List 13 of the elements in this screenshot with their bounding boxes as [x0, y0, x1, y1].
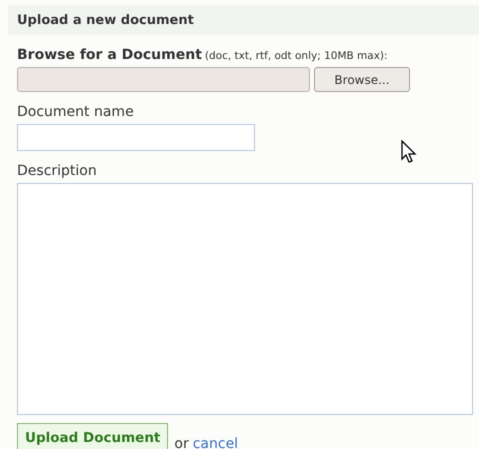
- upload-button[interactable]: Upload Document: [17, 423, 168, 449]
- browse-button[interactable]: Browse...: [314, 67, 410, 92]
- input-field[interactable]: [17, 124, 255, 151]
- field-label: Description: [17, 163, 98, 179]
- section-title: Upload a new document: [17, 12, 194, 28]
- description-field[interactable]: [17, 183, 473, 415]
- field-hint: (doc, txt, rtf, odt only; 10MB max):: [204, 50, 388, 62]
- cancel-link[interactable]: cancel: [192, 435, 238, 449]
- field-label: Document name: [17, 104, 135, 120]
- separator-text: or: [174, 435, 189, 449]
- field-label: Browse for a Document: [17, 47, 202, 63]
- file-path-field[interactable]: [17, 67, 310, 92]
- pointer-icon: [401, 140, 417, 164]
